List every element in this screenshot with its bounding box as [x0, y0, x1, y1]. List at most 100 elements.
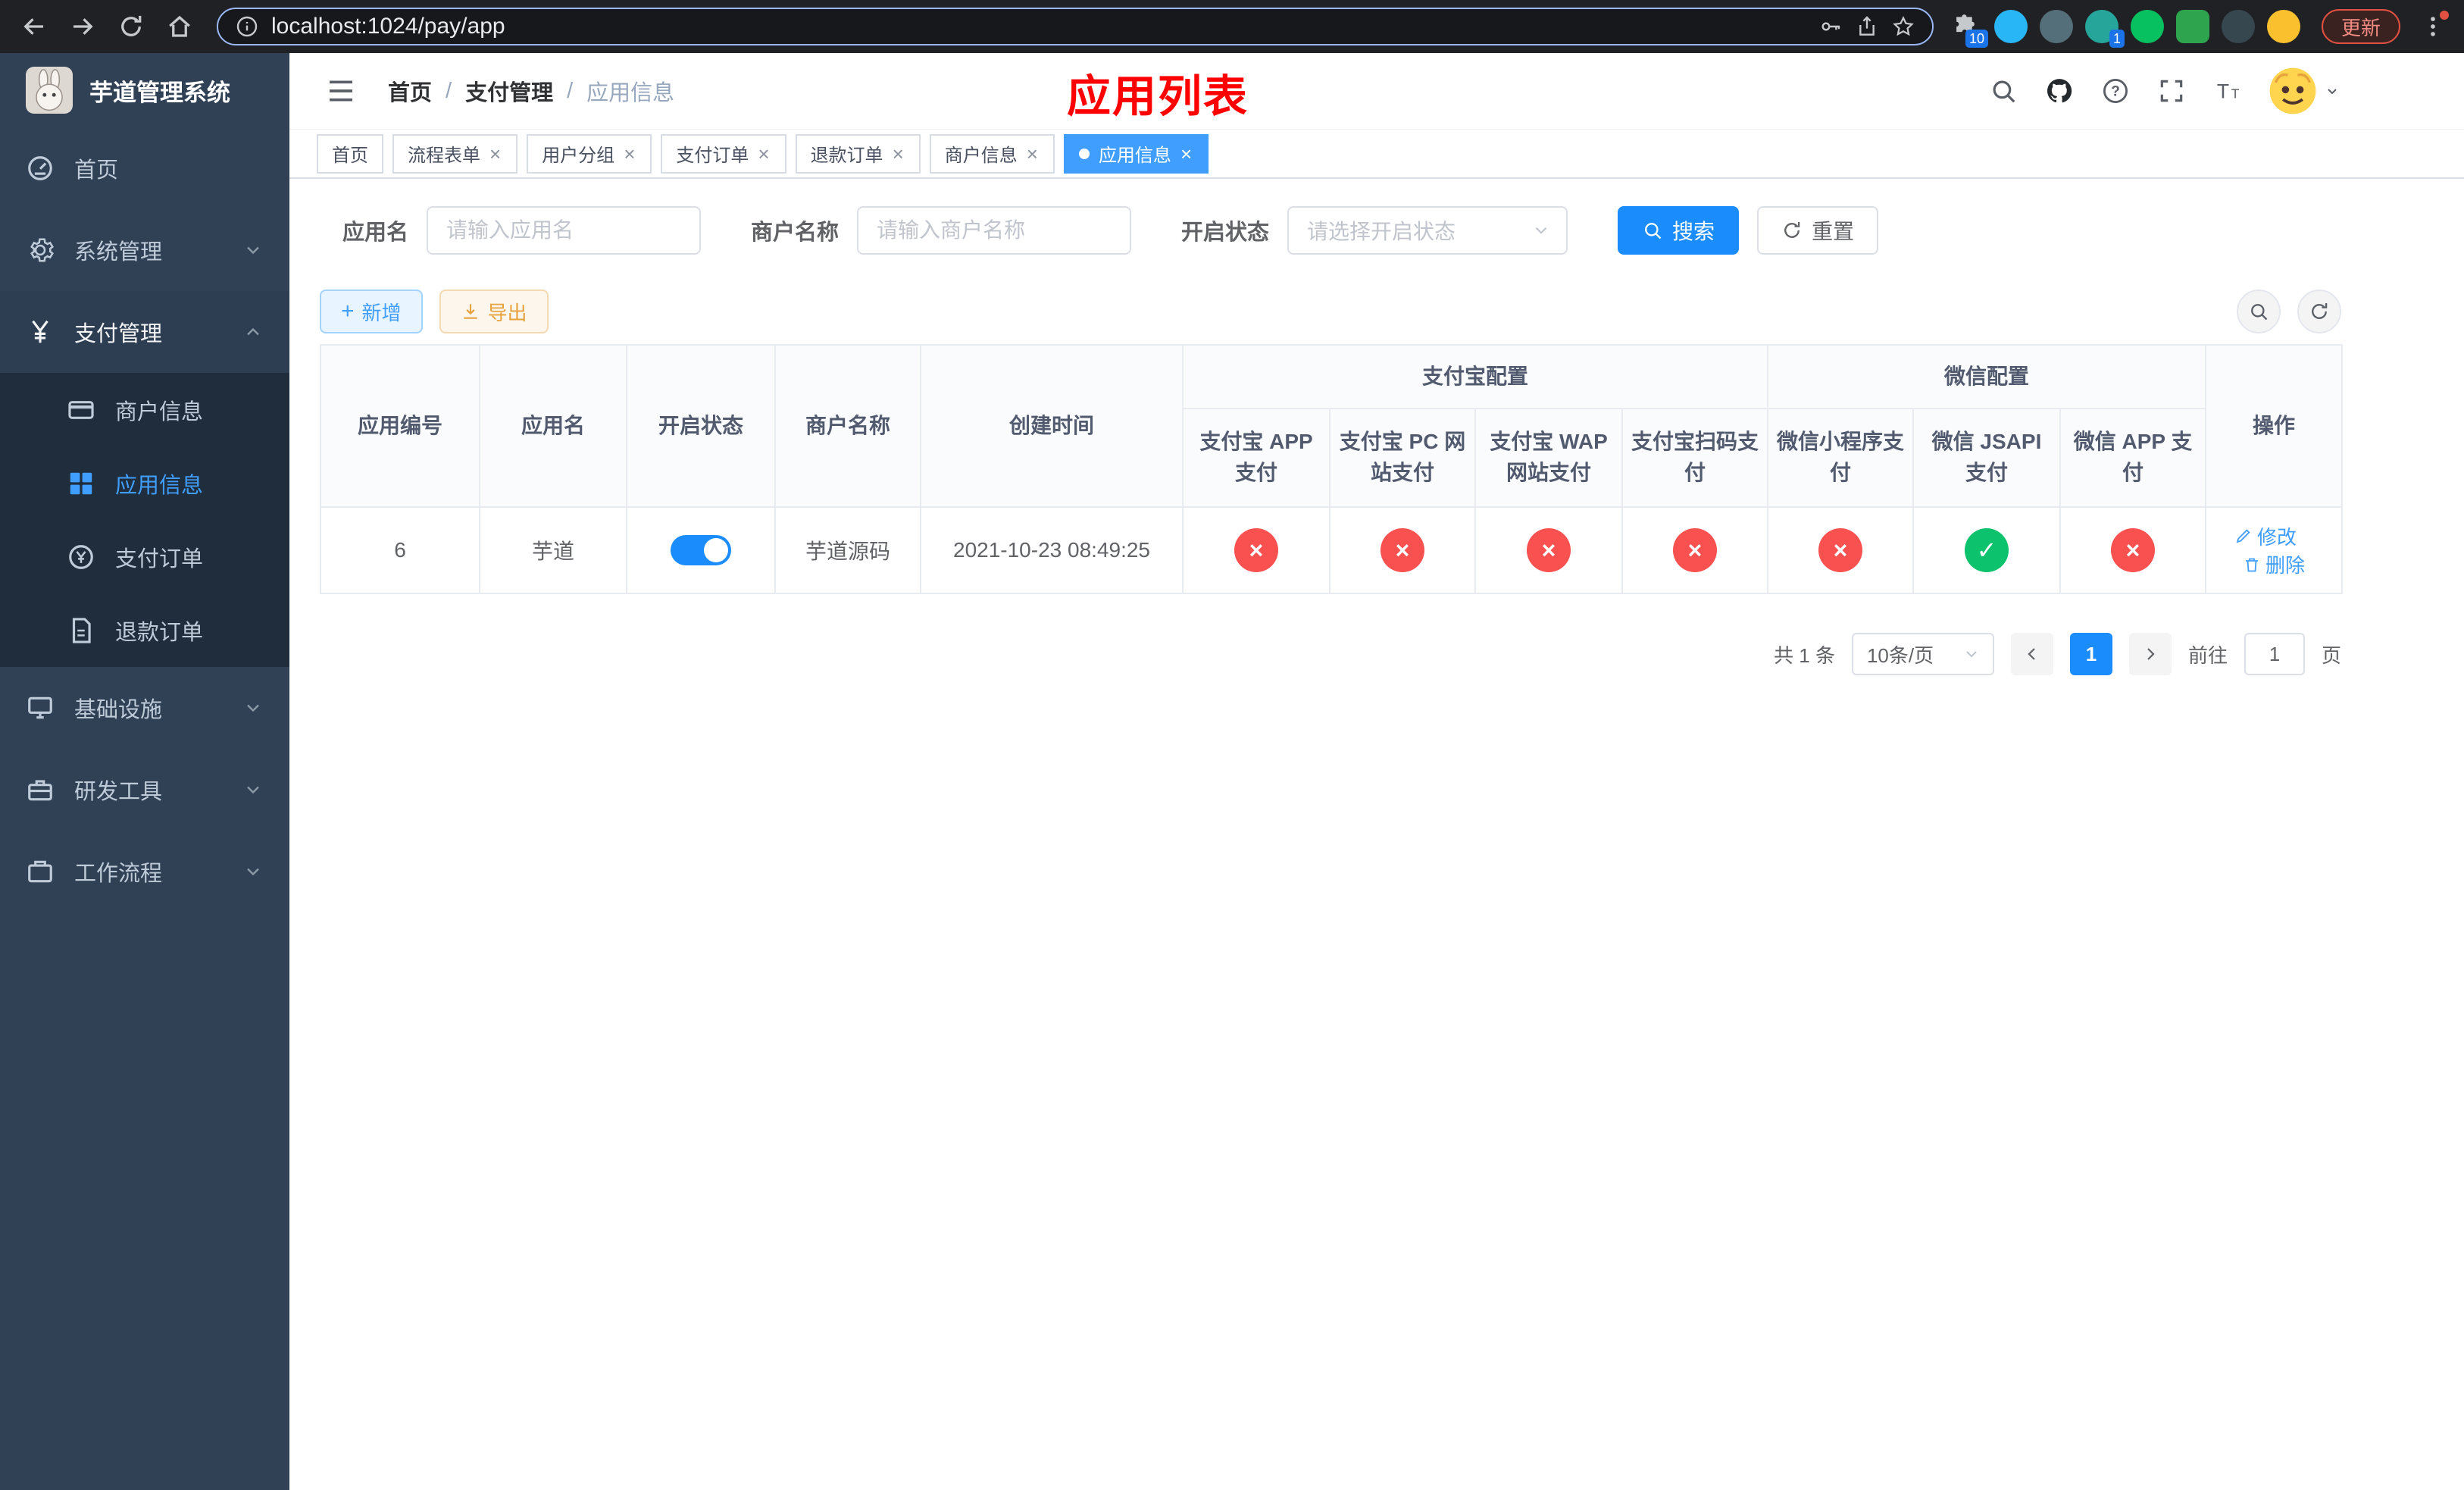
app-name-input[interactable] — [427, 206, 702, 255]
caret-down-icon — [2328, 89, 2337, 95]
monitor-icon — [26, 693, 55, 722]
refresh-table-button[interactable] — [2297, 290, 2341, 333]
sidebar-item-refund-order[interactable]: 退款订单 — [0, 593, 289, 667]
extension-icon-2[interactable] — [2039, 10, 2073, 43]
status-toggle[interactable] — [671, 535, 731, 565]
breadcrumb-section[interactable]: 支付管理 — [465, 75, 553, 107]
back-button[interactable] — [12, 5, 56, 49]
tab-app-info-active[interactable]: 应用信息 × — [1063, 133, 1209, 174]
extension-icon-emoji[interactable] — [2266, 10, 2300, 43]
browser-menu-button[interactable] — [2414, 8, 2452, 45]
tab-refund-order[interactable]: 退款订单 × — [795, 133, 921, 174]
sidebar-item-label: 基础设施 — [74, 698, 163, 722]
cell-wx-app: × — [2059, 506, 2207, 594]
sidebar-logo[interactable]: 芋道管理系统 — [0, 53, 289, 127]
extension-icon-wechat[interactable] — [2130, 10, 2164, 43]
tab-label: 商户信息 — [944, 146, 1018, 166]
breadcrumb: 首页 / 支付管理 / 应用信息 — [388, 75, 674, 107]
url-text[interactable]: localhost:1024/pay/app — [271, 14, 1806, 39]
prev-page-button[interactable] — [2010, 633, 2053, 675]
extension-icon-5[interactable] — [2175, 10, 2209, 43]
share-icon[interactable] — [1855, 14, 1879, 39]
edit-button[interactable]: 修改 — [2234, 522, 2297, 550]
breadcrumb-separator: / — [446, 78, 452, 103]
password-key-icon[interactable] — [1818, 14, 1843, 39]
font-size-icon[interactable]: TT — [2212, 76, 2243, 106]
reset-button[interactable]: 重置 — [1757, 206, 1879, 255]
sidebar-item-devtools[interactable]: 研发工具 — [0, 749, 289, 831]
tab-merchant-info[interactable]: 商户信息 × — [929, 133, 1055, 174]
sidebar-item-app-info[interactable]: 应用信息 — [0, 446, 289, 520]
tab-user-group[interactable]: 用户分组 × — [527, 133, 652, 174]
home-button[interactable] — [158, 5, 202, 49]
total-count: 共 1 条 — [1774, 643, 1835, 667]
merchant-name-input[interactable] — [857, 206, 1132, 255]
sidebar-item-merchant-info[interactable]: 商户信息 — [0, 373, 289, 446]
toggle-search-button[interactable] — [2237, 290, 2281, 333]
svg-text:T: T — [2217, 80, 2229, 103]
export-button[interactable]: 导出 — [439, 290, 549, 333]
cell-ops: 修改 删除 — [2205, 506, 2344, 594]
extension-icon-3[interactable]: 1 — [2084, 10, 2125, 48]
page-number-button[interactable]: 1 — [2069, 633, 2112, 675]
sidebar-item-workflow[interactable]: 工作流程 — [0, 831, 289, 912]
toolbox-icon — [26, 775, 55, 804]
payment-submenu: 商户信息 应用信息 支付订单 退款订单 — [0, 373, 289, 667]
sidebar-toggle-button[interactable] — [326, 76, 356, 106]
add-button[interactable]: + 新增 — [320, 290, 423, 333]
sidebar-item-infra[interactable]: 基础设施 — [0, 667, 289, 749]
forward-button[interactable] — [61, 5, 105, 49]
extension-icon-6[interactable] — [2221, 10, 2255, 43]
tab-process-form[interactable]: 流程表单 × — [392, 133, 518, 174]
col-header-merchant: 商户名称 — [774, 344, 921, 508]
tab-close-icon[interactable]: × — [1025, 144, 1040, 164]
sidebar-item-home[interactable]: 首页 — [0, 127, 289, 209]
extension-icon-1[interactable] — [1993, 10, 2028, 43]
fullscreen-icon[interactable] — [2156, 76, 2187, 106]
status-select[interactable]: 请选择开启状态 — [1287, 206, 1568, 255]
goto-page-input[interactable] — [2244, 633, 2305, 675]
tab-close-icon[interactable]: × — [488, 144, 502, 164]
sidebar-item-label: 系统管理 — [74, 240, 163, 265]
search-button[interactable]: 搜索 — [1618, 206, 1740, 255]
reload-icon — [121, 15, 142, 36]
tab-close-icon[interactable]: × — [622, 144, 636, 164]
search-icon[interactable] — [1988, 76, 2018, 106]
search-icon — [2251, 304, 2268, 321]
extensions-puzzle-icon[interactable]: 10 — [1949, 10, 1988, 48]
sidebar-item-payment[interactable]: 支付管理 — [0, 291, 289, 373]
next-page-button[interactable] — [2128, 633, 2172, 675]
browser-update-button[interactable]: 更新 — [2321, 9, 2400, 44]
tab-close-icon[interactable]: × — [1179, 144, 1193, 164]
bookmark-star-icon[interactable] — [1891, 14, 1915, 39]
pencil-icon — [2236, 529, 2250, 543]
back-arrow-icon — [23, 18, 43, 35]
sidebar-item-label: 支付管理 — [74, 322, 163, 346]
status-label: 开启状态 — [1181, 221, 1270, 245]
tab-home[interactable]: 首页 — [317, 133, 383, 174]
address-bar[interactable]: localhost:1024/pay/app — [217, 8, 1934, 45]
user-avatar-menu[interactable] — [2269, 67, 2341, 115]
sidebar-item-label: 支付订单 — [115, 546, 204, 571]
document-icon — [67, 616, 95, 645]
header-tools: ? TT — [1988, 67, 2341, 115]
extension-badge-1: 1 — [2109, 30, 2125, 48]
help-icon[interactable]: ? — [2100, 76, 2131, 106]
sidebar-item-system[interactable]: 系统管理 — [0, 209, 289, 291]
sidebar: 芋道管理系统 首页 系统管理 支付管理 商户信息 应用信息 支付订单 退款订单 … — [0, 53, 289, 1490]
avatar — [2269, 67, 2317, 115]
tab-close-icon[interactable]: × — [891, 144, 905, 164]
breadcrumb-home[interactable]: 首页 — [388, 75, 432, 107]
site-info-icon[interactable] — [235, 14, 259, 39]
search-button-label: 搜索 — [1672, 220, 1715, 243]
delete-button[interactable]: 删除 — [2243, 550, 2305, 578]
tab-close-icon[interactable]: × — [756, 144, 771, 164]
export-button-label: 导出 — [487, 301, 527, 324]
github-icon[interactable] — [2044, 76, 2075, 106]
reload-button[interactable] — [109, 5, 153, 49]
tab-pay-order[interactable]: 支付订单 × — [661, 133, 786, 174]
page-size-select[interactable]: 10条/页 — [1851, 633, 1994, 675]
cell-wx-mini: × — [1767, 506, 1915, 594]
page-title-annotation: 应用列表 — [1067, 72, 1249, 121]
sidebar-item-pay-order[interactable]: 支付订单 — [0, 520, 289, 593]
